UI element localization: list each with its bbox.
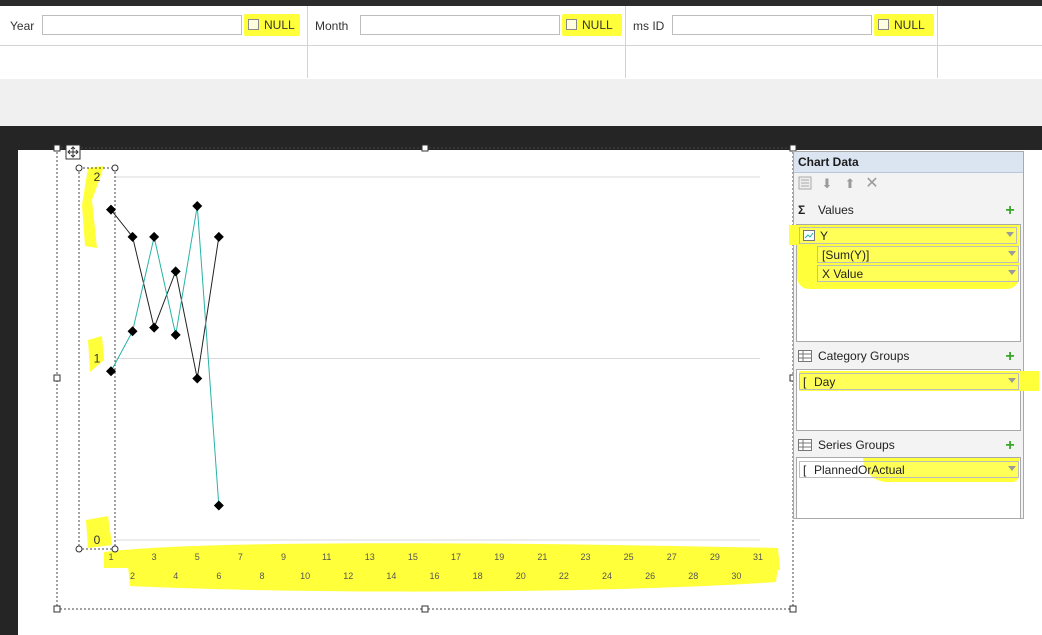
data-point bbox=[149, 322, 160, 333]
x-tick-label: 15 bbox=[408, 552, 418, 562]
add-series-icon[interactable]: + bbox=[1003, 438, 1017, 454]
values-list: Y [Sum(Y)] X Value bbox=[789, 224, 1021, 342]
x-tick-label: 10 bbox=[300, 571, 310, 581]
x-tick-label: 24 bbox=[602, 571, 612, 581]
chart-data-title: Chart Data bbox=[798, 155, 859, 169]
x-tick-label: 30 bbox=[731, 571, 741, 581]
delete-icon[interactable]: ✕ bbox=[864, 176, 880, 192]
x-tick-label: 22 bbox=[559, 571, 569, 581]
sigma-icon: Σ bbox=[798, 203, 806, 217]
category-field-day[interactable]: [Day bbox=[799, 373, 1019, 390]
chevron-down-icon bbox=[1008, 251, 1016, 256]
data-point bbox=[213, 500, 224, 511]
add-category-icon[interactable]: + bbox=[1003, 349, 1017, 365]
add-value-icon[interactable]: + bbox=[1003, 203, 1017, 219]
x-tick-label: 9 bbox=[281, 552, 286, 562]
chevron-down-icon bbox=[1008, 270, 1016, 275]
chart-series bbox=[106, 201, 224, 511]
category-groups-list: [Day bbox=[796, 369, 1039, 431]
x-tick-label: 5 bbox=[195, 552, 200, 562]
x-tick-label: 18 bbox=[473, 571, 483, 581]
x-tick-label: 4 bbox=[173, 571, 178, 581]
x-axis-highlights bbox=[104, 543, 780, 592]
y-tick-label: 1 bbox=[94, 352, 101, 366]
series-groups-label: Series Groups bbox=[818, 438, 895, 452]
chevron-down-icon bbox=[1008, 378, 1016, 383]
x-tick-label: 17 bbox=[451, 552, 461, 562]
x-tick-label: 27 bbox=[667, 552, 677, 562]
data-point bbox=[213, 231, 224, 242]
x-tick-label: 13 bbox=[365, 552, 375, 562]
data-point bbox=[192, 201, 203, 212]
data-point bbox=[170, 329, 181, 340]
x-tick-label: 3 bbox=[152, 552, 157, 562]
category-groups-label: Category Groups bbox=[818, 349, 910, 363]
chart-data-title-bar: Chart Data bbox=[794, 152, 1023, 173]
x-tick-label: 31 bbox=[753, 552, 763, 562]
data-point bbox=[192, 373, 203, 384]
data-point bbox=[127, 231, 138, 242]
x-tick-label: 26 bbox=[645, 571, 655, 581]
x-tick-label: 14 bbox=[386, 571, 396, 581]
x-tick-label: 29 bbox=[710, 552, 720, 562]
value-field-sum-y[interactable]: [Sum(Y)] bbox=[817, 246, 1019, 263]
x-tick-label: 7 bbox=[238, 552, 243, 562]
table-icon bbox=[798, 350, 812, 362]
value-field-x-value[interactable]: X Value bbox=[817, 265, 1019, 282]
properties-icon[interactable] bbox=[797, 176, 813, 192]
values-section-label: Values bbox=[818, 203, 854, 217]
move-up-icon[interactable]: ⬆ bbox=[842, 176, 858, 192]
chevron-down-icon bbox=[1006, 232, 1014, 237]
data-point bbox=[149, 231, 160, 242]
line-chart-icon bbox=[803, 230, 815, 241]
move-handle-icon[interactable] bbox=[65, 144, 81, 160]
x-tick-label: 20 bbox=[516, 571, 526, 581]
x-tick-label: 11 bbox=[322, 552, 331, 562]
x-tick-label: 2 bbox=[130, 571, 135, 581]
data-point bbox=[170, 266, 181, 277]
series-groups-list: [PlannedOrActual bbox=[796, 457, 1021, 519]
chevron-down-icon bbox=[1008, 466, 1016, 471]
series-line bbox=[110, 209, 220, 379]
value-field-y[interactable]: Y bbox=[799, 227, 1017, 244]
x-tick-label: 1 bbox=[108, 552, 113, 562]
x-tick-label: 19 bbox=[494, 552, 504, 562]
x-tick-label: 25 bbox=[624, 552, 634, 562]
data-point bbox=[127, 326, 138, 337]
move-down-icon[interactable]: ⬇ bbox=[819, 176, 835, 192]
x-tick-label: 21 bbox=[537, 552, 547, 562]
x-tick-label: 16 bbox=[429, 571, 439, 581]
x-tick-label: 12 bbox=[343, 571, 353, 581]
series-line bbox=[110, 205, 220, 506]
table-icon bbox=[798, 439, 812, 451]
series-field-planned-or-actual[interactable]: [PlannedOrActual bbox=[799, 461, 1019, 478]
x-tick-label: 6 bbox=[216, 571, 221, 581]
data-point bbox=[106, 366, 116, 377]
y-tick-label: 2 bbox=[94, 170, 101, 184]
x-tick-label: 28 bbox=[688, 571, 698, 581]
chart-data-panel: Chart Data ⬇ ⬆ ✕ Σ Values + Y [Sum(Y)] X… bbox=[789, 151, 1039, 519]
y-tick-label: 0 bbox=[94, 533, 101, 547]
resize-handles[interactable] bbox=[53, 144, 797, 613]
x-tick-label: 23 bbox=[580, 552, 590, 562]
x-tick-label: 8 bbox=[259, 571, 264, 581]
gridlines bbox=[115, 176, 760, 541]
